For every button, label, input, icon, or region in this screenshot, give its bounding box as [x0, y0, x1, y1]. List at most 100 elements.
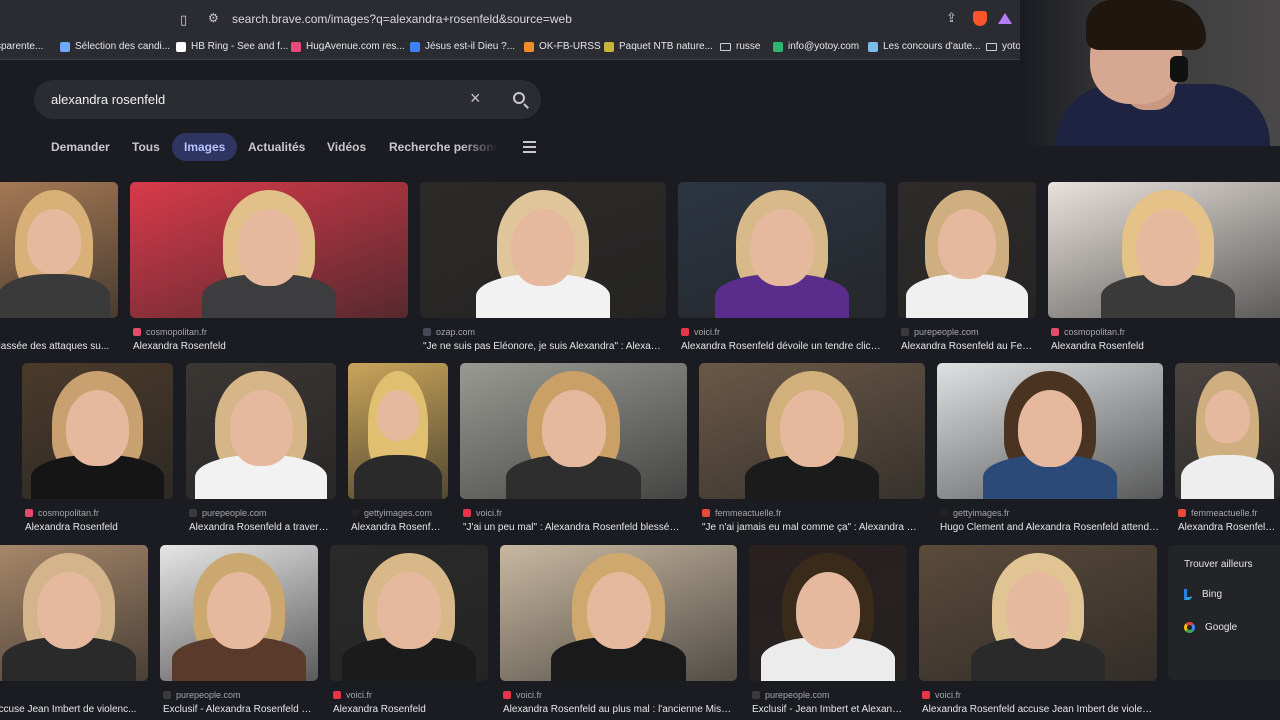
search-icon[interactable]: [513, 92, 525, 104]
result-source[interactable]: cosmopolitan.fr: [133, 326, 405, 338]
bookmark-item[interactable]: Paquet NTB nature...: [604, 41, 713, 52]
result-title[interactable]: Alexandra Rosenfeld: [25, 522, 170, 533]
image-result-card[interactable]: femmeactuelle.fr Alexandra Rosenfeld a p: [1175, 363, 1280, 539]
bookmark-item[interactable]: OK-FB-URSS: [524, 41, 601, 52]
image-result-card[interactable]: ozap.com "Je ne suis pas Éléonore, je sui…: [420, 182, 666, 358]
result-source[interactable]: voici.fr: [681, 326, 883, 338]
engine-bing[interactable]: Bing: [1184, 587, 1222, 601]
image-result-card[interactable]: accuse Jean Imbert de violenc...: [0, 545, 148, 720]
result-title[interactable]: : lassée des attaques su...: [0, 341, 115, 352]
image-result-card[interactable]: cosmopolitan.fr Alexandra Rosenfeld: [22, 363, 173, 539]
image-result-card[interactable]: voici.fr "J'ai un peu mal" : Alexandra Ro…: [460, 363, 687, 539]
result-source[interactable]: [0, 326, 115, 338]
result-source[interactable]: gettyimages.fr: [940, 507, 1160, 519]
tab-all[interactable]: Tous: [120, 133, 172, 161]
result-title[interactable]: Alexandra Rosenfeld accuse Jean Imbert d…: [922, 704, 1154, 715]
result-title[interactable]: "Je ne suis pas Éléonore, je suis Alexan…: [423, 341, 663, 352]
image-result-card[interactable]: gettyimages.com Alexandra Rosenfeld...: [348, 363, 448, 539]
result-source[interactable]: femmeactuelle.fr: [702, 507, 922, 519]
result-source[interactable]: cosmopolitan.fr: [1051, 326, 1280, 338]
image-result-card[interactable]: voici.fr Alexandra Rosenfeld accuse Jean …: [919, 545, 1157, 720]
tab-images[interactable]: Images: [172, 133, 238, 161]
result-title[interactable]: Alexandra Rosenfeld a traversé ...: [189, 522, 333, 533]
search-input[interactable]: alexandra rosenfeld: [51, 92, 165, 107]
result-thumbnail[interactable]: [0, 545, 148, 681]
result-thumbnail[interactable]: [937, 363, 1163, 499]
result-title[interactable]: accuse Jean Imbert de violenc...: [0, 704, 145, 715]
bookmark-item[interactable]: HugAvenue.com res...: [291, 41, 405, 52]
tab-custom-search[interactable]: Recherche personnalisée: [377, 133, 497, 161]
image-result-card[interactable]: gettyimages.fr Hugo Clement and Alexandra…: [937, 363, 1163, 539]
result-source[interactable]: cosmopolitan.fr: [25, 507, 170, 519]
result-thumbnail[interactable]: [348, 363, 448, 499]
bookmark-item[interactable]: Les concours d'aute...: [868, 41, 981, 52]
image-result-card[interactable]: femmeactuelle.fr "Je n'ai jamais eu mal c…: [699, 363, 925, 539]
result-title[interactable]: Alexandra Rosenfeld: [1051, 341, 1280, 352]
result-source[interactable]: purepeople.com: [163, 689, 315, 701]
result-thumbnail[interactable]: [898, 182, 1036, 318]
result-source[interactable]: voici.fr: [463, 507, 684, 519]
result-source[interactable]: ozap.com: [423, 326, 663, 338]
bookmark-item[interactable]: info@yotoy.com: [773, 41, 859, 52]
site-settings-icon[interactable]: ⚙: [208, 11, 219, 25]
bookmark-item[interactable]: yoto: [986, 41, 1020, 52]
engine-google[interactable]: Google: [1184, 620, 1237, 634]
result-thumbnail[interactable]: [500, 545, 737, 681]
bookmark-item[interactable]: russe: [720, 41, 760, 52]
image-result-card[interactable]: cosmopolitan.fr Alexandra Rosenfeld: [1048, 182, 1280, 358]
bookmark-item[interactable]: Sélection des candi...: [60, 41, 170, 52]
image-result-card[interactable]: purepeople.com Alexandra Rosenfeld au Fes…: [898, 182, 1036, 358]
tab-ask[interactable]: Demander: [39, 133, 122, 161]
result-thumbnail[interactable]: [0, 182, 118, 318]
tab-news[interactable]: Actualités: [236, 133, 317, 161]
result-title[interactable]: Exclusif - Alexandra Rosenfeld et ...: [163, 704, 315, 715]
result-title[interactable]: Exclusif - Jean Imbert et Alexandr...: [752, 704, 904, 715]
result-source[interactable]: voici.fr: [922, 689, 1154, 701]
image-result-card[interactable]: voici.fr Alexandra Rosenfeld: [330, 545, 488, 720]
clear-icon[interactable]: ×: [470, 88, 481, 108]
result-thumbnail[interactable]: [130, 182, 408, 318]
result-thumbnail[interactable]: [330, 545, 488, 681]
result-thumbnail[interactable]: [919, 545, 1157, 681]
image-result-card[interactable]: voici.fr Alexandra Rosenfeld au plus mal …: [500, 545, 737, 720]
result-title[interactable]: "J'ai un peu mal" : Alexandra Rosenfeld …: [463, 522, 684, 533]
result-thumbnail[interactable]: [1175, 363, 1280, 499]
result-thumbnail[interactable]: [678, 182, 886, 318]
image-result-card[interactable]: voici.fr Alexandra Rosenfeld dévoile un t…: [678, 182, 886, 358]
url-text[interactable]: search.brave.com/images?q=alexandra+rose…: [232, 12, 572, 26]
image-result-card[interactable]: purepeople.com Exclusif - Alexandra Rosen…: [160, 545, 318, 720]
bookmark-item[interactable]: Jésus est-il Dieu ?...: [410, 41, 515, 52]
result-thumbnail[interactable]: [460, 363, 687, 499]
result-thumbnail[interactable]: [1048, 182, 1280, 318]
result-thumbnail[interactable]: [699, 363, 925, 499]
result-thumbnail[interactable]: [420, 182, 666, 318]
brave-shields-icon[interactable]: [973, 11, 987, 26]
result-title[interactable]: Alexandra Rosenfeld...: [351, 522, 445, 533]
bookmark-star-icon[interactable]: ▯: [180, 12, 192, 27]
bookmark-item[interactable]: HB Ring - See and f...: [176, 41, 288, 52]
result-thumbnail[interactable]: [749, 545, 907, 681]
result-title[interactable]: Alexandra Rosenfeld: [333, 704, 485, 715]
result-source[interactable]: voici.fr: [333, 689, 485, 701]
result-title[interactable]: Alexandra Rosenfeld au plus mal : l'anci…: [503, 704, 734, 715]
result-title[interactable]: Alexandra Rosenfeld au Festi...: [901, 341, 1033, 352]
result-title[interactable]: "Je n'ai jamais eu mal comme ça" : Alexa…: [702, 522, 922, 533]
result-source[interactable]: purepeople.com: [752, 689, 904, 701]
share-icon[interactable]: ⇪: [946, 10, 957, 26]
result-thumbnail[interactable]: [186, 363, 336, 499]
result-thumbnail[interactable]: [160, 545, 318, 681]
result-title[interactable]: Hugo Clement and Alexandra Rosenfeld att…: [940, 522, 1160, 533]
search-box[interactable]: alexandra rosenfeld ×: [34, 80, 541, 119]
filters-icon[interactable]: [523, 141, 536, 153]
result-source[interactable]: voici.fr: [503, 689, 734, 701]
tab-videos[interactable]: Vidéos: [315, 133, 378, 161]
result-source[interactable]: purepeople.com: [901, 326, 1033, 338]
result-source[interactable]: purepeople.com: [189, 507, 333, 519]
brave-rewards-icon[interactable]: [998, 13, 1012, 24]
result-title[interactable]: Alexandra Rosenfeld: [133, 341, 405, 352]
image-result-card[interactable]: cosmopolitan.fr Alexandra Rosenfeld: [130, 182, 408, 358]
result-title[interactable]: Alexandra Rosenfeld a p: [1178, 522, 1277, 533]
image-result-card[interactable]: purepeople.com Exclusif - Jean Imbert et …: [749, 545, 907, 720]
result-title[interactable]: Alexandra Rosenfeld dévoile un tendre cl…: [681, 341, 883, 352]
result-source[interactable]: [0, 689, 145, 701]
